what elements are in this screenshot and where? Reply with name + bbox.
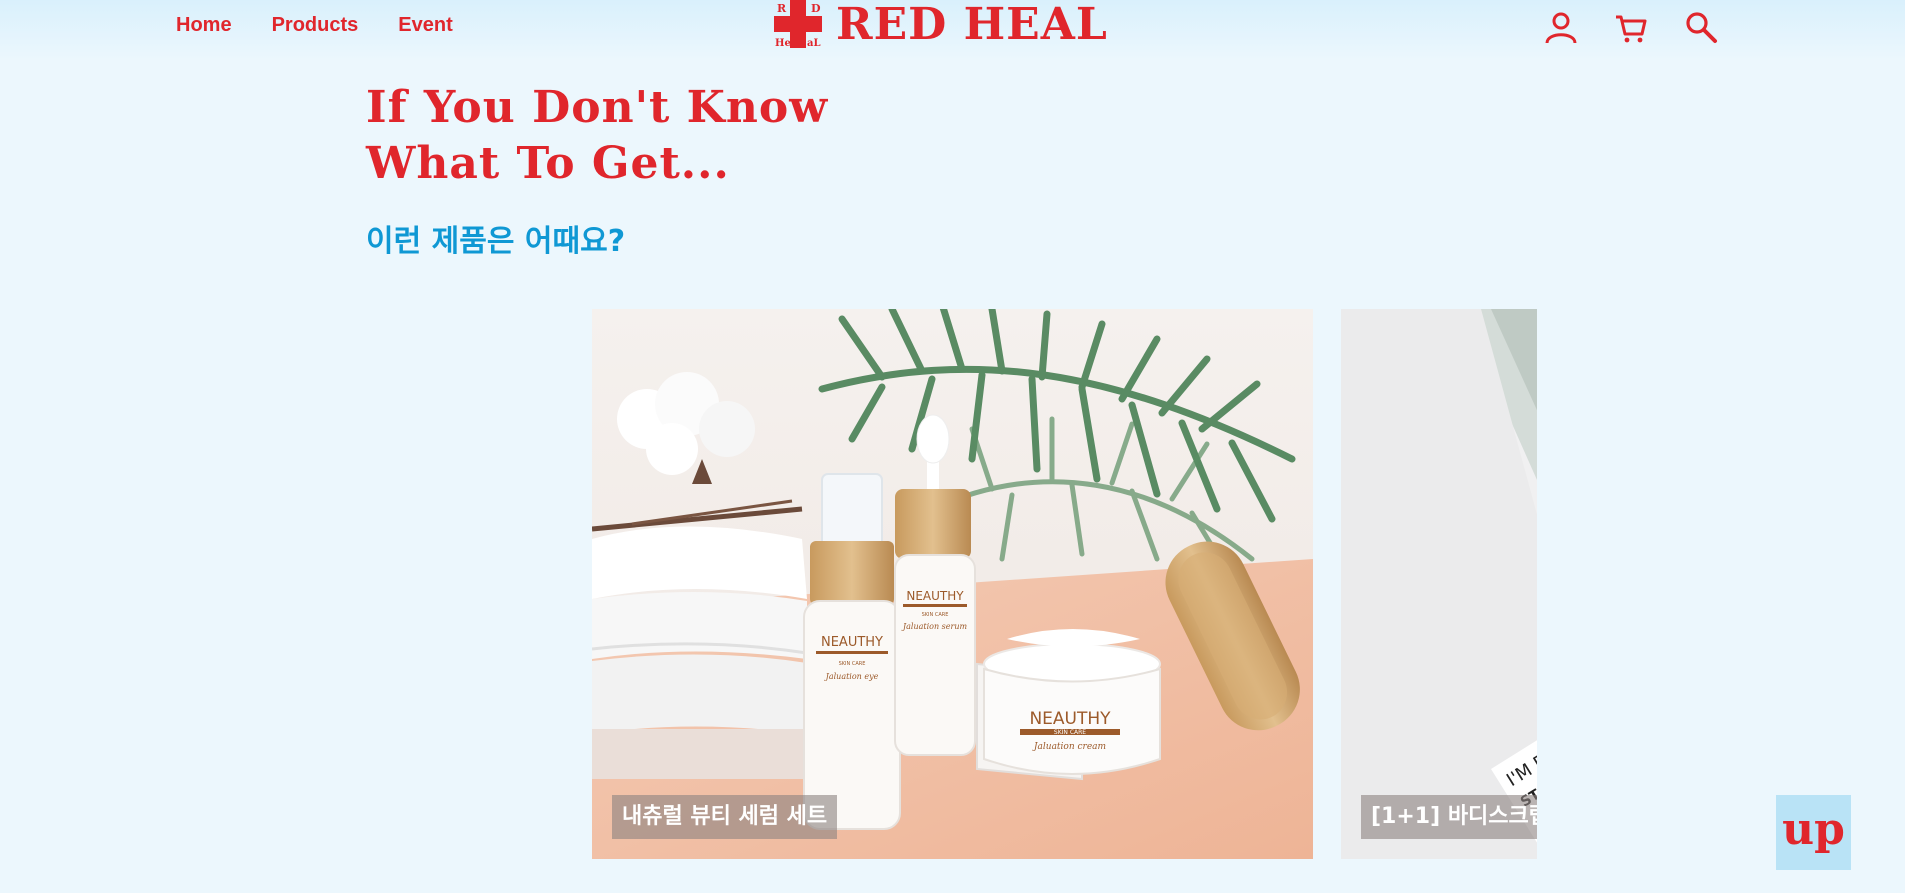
search-icon[interactable] xyxy=(1684,10,1718,44)
red-cross-logo-icon: R D He aL xyxy=(774,0,822,48)
nav-event[interactable]: Event xyxy=(398,14,452,37)
logo-letter-al: aL xyxy=(807,38,821,48)
headline: If You Don't Know What To Get... xyxy=(366,80,828,192)
serum-bottle-line: SKIN CARE xyxy=(922,612,949,618)
eye-bottle-brand: NEAUTHY xyxy=(821,635,883,650)
person-icon[interactable] xyxy=(1544,10,1578,44)
eye-bottle-line: SKIN CARE xyxy=(839,661,866,667)
product-image-serum-set: NEAUTHY SKIN CARE Jaluation eye NEAUTHY … xyxy=(592,309,1313,859)
product-carousel[interactable]: NEAUTHY SKIN CARE Jaluation eye NEAUTHY … xyxy=(592,309,1537,859)
logo-letter-r: R xyxy=(777,2,787,15)
eye-bottle-name: Jaluation eye xyxy=(824,672,879,681)
recommend-heading: 이런 제품은 어때요? xyxy=(366,224,626,259)
scroll-top-label: up xyxy=(1782,803,1845,855)
serum-bottle-brand: NEAUTHY xyxy=(906,589,964,603)
brand-name: RED HEAL xyxy=(836,0,1108,50)
serum-bottle-name: Jaluation serum xyxy=(901,622,968,631)
cream-jar-name: Jaluation cream xyxy=(1032,742,1106,752)
logo-letter-he: He xyxy=(775,38,791,48)
header-tools xyxy=(1544,10,1718,44)
product-image-body-scrub: I'M F ST BA Hu xyxy=(1341,309,1537,859)
brand-logo[interactable]: R D He aL RED HEAL xyxy=(774,0,1108,50)
product-card[interactable]: NEAUTHY SKIN CARE Jaluation eye NEAUTHY … xyxy=(592,309,1313,859)
product-label: [1+1] 바디스크럽 xyxy=(1361,795,1537,839)
product-label: 내츄럴 뷰티 세럼 세트 xyxy=(612,795,838,839)
product-card[interactable]: I'M F ST BA Hu [1+1] 바디스크럽 xyxy=(1341,309,1537,859)
cart-icon[interactable] xyxy=(1614,10,1648,44)
site-header: Home Products Event R D He aL RED HEAL xyxy=(0,0,1905,60)
logo-letter-d: D xyxy=(811,2,821,15)
nav-products[interactable]: Products xyxy=(272,14,359,37)
cream-jar-line: SKIN CARE xyxy=(1054,729,1086,736)
nav-home[interactable]: Home xyxy=(176,14,232,37)
scroll-top-button[interactable]: up xyxy=(1776,795,1851,870)
main-nav: Home Products Event xyxy=(176,14,453,37)
headline-line-2: What To Get... xyxy=(366,138,730,189)
headline-line-1: If You Don't Know xyxy=(366,82,829,133)
cream-jar-brand: NEAUTHY xyxy=(1029,709,1111,729)
